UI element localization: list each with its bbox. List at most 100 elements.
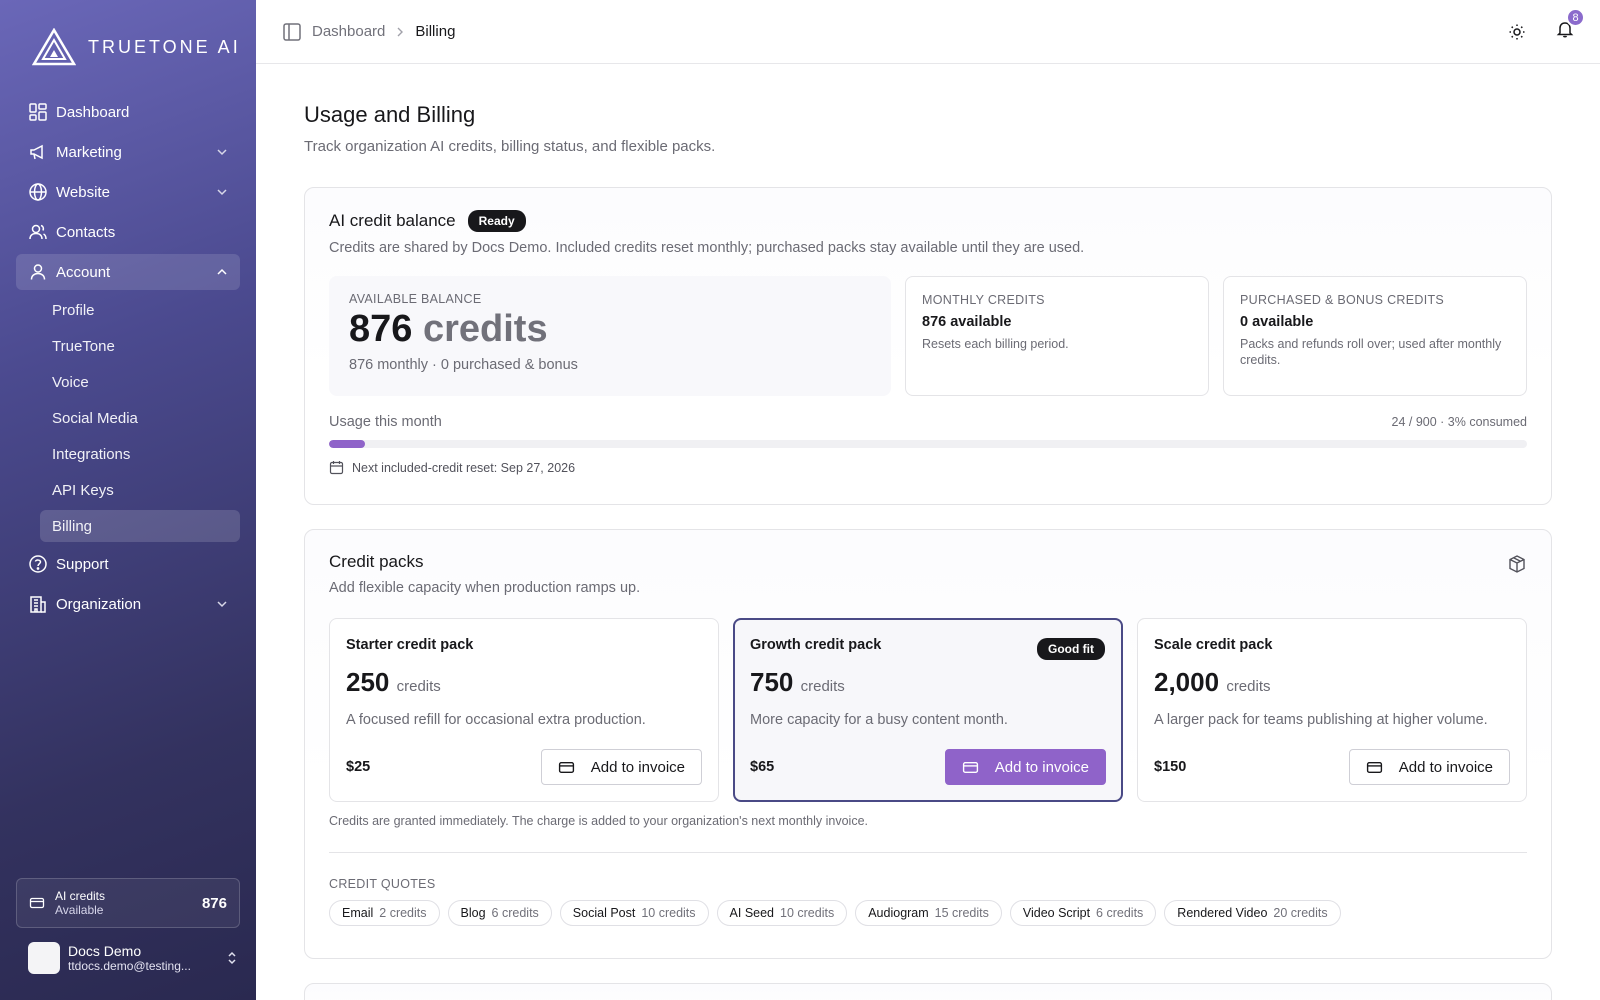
users-icon <box>28 222 48 242</box>
sidebar-item-account[interactable]: Account <box>16 254 240 290</box>
ai-credits-value: 876 <box>201 894 227 912</box>
add-to-invoice-label: Add to invoice <box>590 758 685 776</box>
sidebar-subitem-truetone[interactable]: TrueTone <box>40 330 240 362</box>
monthly-credits-label: MONTHLY CREDITS <box>922 293 1045 307</box>
add-to-invoice-button[interactable]: Add to invoice <box>944 749 1106 785</box>
help-circle-icon <box>28 554 48 574</box>
available-balance-label: AVAILABLE BALANCE <box>349 292 482 306</box>
pack-description: A focused refill for occasional extra pr… <box>346 712 646 728</box>
monthly-credits-value: 876 available <box>922 314 1012 330</box>
avatar <box>28 942 60 974</box>
credit-balance-card: AI credit balance Ready Credits are shar… <box>304 187 1552 505</box>
sidebar-subitem-api-keys[interactable]: API Keys <box>40 474 240 506</box>
purchased-credits-note: Packs and refunds roll over; used after … <box>1240 337 1502 367</box>
credit-quote-chip: Blog 6 credits <box>447 900 552 926</box>
pack-price: $65 <box>750 759 775 775</box>
truetone-logo-icon <box>32 28 76 66</box>
top-actions: 8 <box>1508 8 1585 43</box>
sidebar-item-support[interactable]: Support <box>16 546 240 582</box>
brand-name: TRUETONE AI <box>88 36 241 57</box>
user-icon <box>28 262 48 282</box>
sidebar-item-dashboard[interactable]: Dashboard <box>16 94 240 130</box>
usage-label: Usage this month <box>329 414 442 430</box>
user-menu[interactable]: Docs Demo ttdocs.demo@testing... <box>28 942 238 974</box>
sidebar-item-label: Contacts <box>56 223 116 241</box>
top-bar: Dashboard Billing 8 <box>256 0 1600 64</box>
credit-quote-chip: Audiogram 15 credits <box>855 900 1002 926</box>
quote-cost: 6 credits <box>491 906 539 920</box>
globe-icon <box>28 182 48 202</box>
packs-note: Credits are granted immediately. The cha… <box>329 814 869 828</box>
ai-credits-widget[interactable]: AI credits Available 876 <box>16 878 240 928</box>
sidebar-subitem-voice[interactable]: Voice <box>40 366 240 398</box>
credit-card-icon <box>1366 761 1382 773</box>
sidebar-item-marketing[interactable]: Marketing <box>16 134 240 170</box>
sun-icon[interactable] <box>1508 23 1526 41</box>
available-balance-unit: credits <box>422 308 548 350</box>
sidebar: TRUETONE AI Dashboard Marketing Website … <box>0 0 256 1000</box>
sidebar-item-organization[interactable]: Organization <box>16 586 240 622</box>
pack-unit: credits <box>1226 678 1271 695</box>
sidebar-item-label: Support <box>56 555 109 573</box>
pack-unit: credits <box>396 678 441 695</box>
ai-credits-label: AI credits <box>55 889 106 903</box>
credit-card-icon <box>558 761 574 773</box>
quote-name: Email <box>342 906 374 920</box>
credit-quote-chip: Video Script 6 credits <box>1009 900 1157 926</box>
pack-card-starter: Starter credit pack 250 credits A focuse… <box>329 618 719 802</box>
account-subnav: Profile TrueTone Voice Social Media Inte… <box>40 294 240 542</box>
page-title: Usage and Billing <box>304 102 476 127</box>
add-to-invoice-button[interactable]: Add to invoice <box>540 749 702 785</box>
page-subtitle: Track organization AI credits, billing s… <box>304 138 716 155</box>
chevron-down-icon <box>217 149 227 156</box>
quote-cost: 2 credits <box>379 906 427 920</box>
breadcrumb-dashboard[interactable]: Dashboard <box>312 23 385 40</box>
status-badge: Ready <box>467 210 526 232</box>
pack-description: A larger pack for teams publishing at hi… <box>1154 712 1488 728</box>
sidebar-subitem-integrations[interactable]: Integrations <box>40 438 240 470</box>
reset-date-text: Next included-credit reset: Sep 27, 2026 <box>352 460 576 475</box>
sidebar-item-label: Organization <box>56 595 142 613</box>
quote-cost: 10 credits <box>780 906 835 920</box>
pack-amount: 2,000 <box>1154 667 1220 697</box>
user-name: Docs Demo <box>68 943 142 959</box>
add-to-invoice-label: Add to invoice <box>994 758 1089 776</box>
usage-progress-bar <box>329 440 1527 448</box>
sidebar-subitem-social-media[interactable]: Social Media <box>40 402 240 434</box>
quote-cost: 6 credits <box>1096 906 1144 920</box>
credit-quote-chip: AI Seed 10 credits <box>716 900 848 926</box>
notifications-button[interactable]: 8 <box>1556 8 1585 43</box>
notification-count-badge: 8 <box>1566 8 1585 27</box>
chevron-down-icon <box>217 601 227 608</box>
sidebar-subitem-profile[interactable]: Profile <box>40 294 240 326</box>
sidebar-item-label: Website <box>56 183 110 201</box>
pack-card-growth: Growth credit pack Good fit 750 credits … <box>733 618 1123 802</box>
sidebar-item-contacts[interactable]: Contacts <box>16 214 240 250</box>
sidebar-item-label: Account <box>56 263 111 281</box>
quote-name: Social Post <box>572 906 636 920</box>
chevron-up-icon <box>217 268 227 275</box>
sidebar-subitem-billing[interactable]: Billing <box>40 510 240 542</box>
quote-name: Audiogram <box>868 906 929 920</box>
quote-name: Blog <box>460 906 486 920</box>
quote-cost: 10 credits <box>641 906 696 920</box>
credit-packs-title: Credit packs <box>329 552 424 571</box>
sidebar-toggle-icon[interactable] <box>282 22 302 42</box>
add-to-invoice-button[interactable]: Add to invoice <box>1348 749 1510 785</box>
quote-name: Video Script <box>1022 906 1091 920</box>
usage-summary: 24 / 900 · 3% consumed <box>1391 415 1528 429</box>
available-balance-value: 876 <box>349 308 413 350</box>
quote-cost: 20 credits <box>1273 906 1328 920</box>
available-balance-panel: AVAILABLE BALANCE 876 credits 876 monthl… <box>329 276 891 396</box>
pack-price: $150 <box>1154 759 1187 775</box>
chevron-down-icon <box>217 189 227 196</box>
chevron-right-icon <box>397 27 404 36</box>
sidebar-item-website[interactable]: Website <box>16 174 240 210</box>
credit-quotes-list: Email 2 credits Blog 6 credits Social Post… <box>329 900 1527 926</box>
main-content: Usage and Billing Track organization AI … <box>304 64 1552 1000</box>
good-fit-badge: Good fit <box>1037 638 1105 660</box>
credit-quote-chip: Social Post 10 credits <box>559 900 709 926</box>
package-icon <box>1509 555 1525 573</box>
quote-name: AI Seed <box>729 906 775 920</box>
brand-logo[interactable]: TRUETONE AI <box>32 28 241 66</box>
